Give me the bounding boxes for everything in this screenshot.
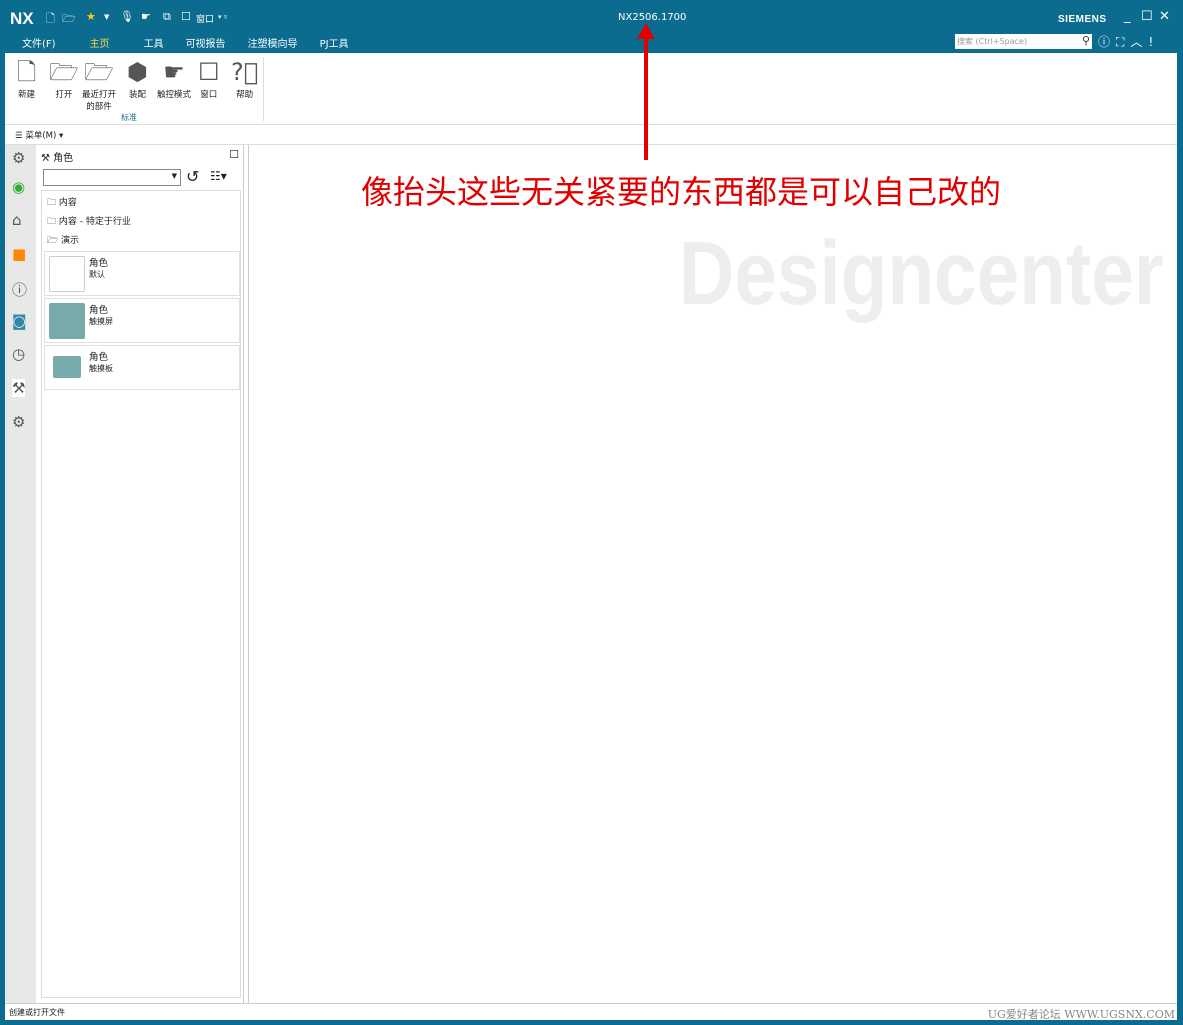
window-frame bbox=[0, 0, 1183, 1025]
